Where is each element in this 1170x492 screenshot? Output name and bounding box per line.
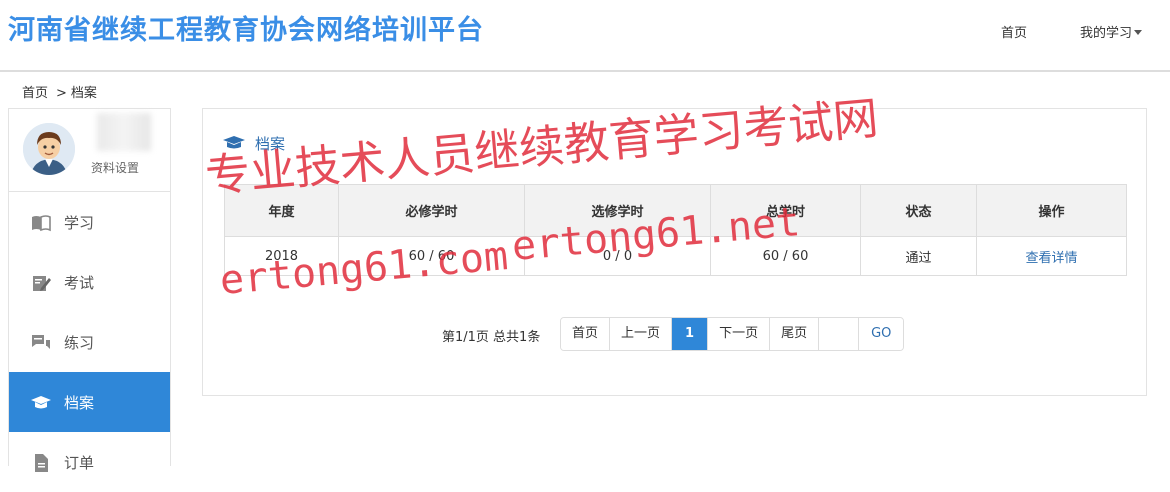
breadcrumb: 首页 > 档案 bbox=[22, 82, 97, 101]
pager-page-input[interactable] bbox=[819, 318, 860, 350]
sidebar: 资料设置 学习 考试 练习 档案 订单 bbox=[8, 108, 171, 472]
pagination: 首页 上一页 1 下一页 尾页 GO bbox=[560, 317, 905, 351]
sidebar-item-orders[interactable]: 订单 bbox=[9, 432, 170, 492]
sidebar-item-label: 学习 bbox=[64, 214, 95, 232]
chat-icon bbox=[31, 333, 51, 353]
site-title[interactable]: 河南省继续工程教育协会网络培训平台 bbox=[8, 8, 484, 47]
avatar[interactable] bbox=[23, 123, 75, 175]
sidebar-item-study[interactable]: 学习 bbox=[9, 192, 170, 252]
col-year: 年度 bbox=[224, 184, 339, 237]
cell-action: 查看详情 bbox=[976, 236, 1127, 276]
cell-status: 通过 bbox=[860, 236, 977, 276]
view-details-link[interactable]: 查看详情 bbox=[1025, 251, 1077, 266]
graduation-cap-icon bbox=[31, 393, 51, 413]
sidebar-item-label: 订单 bbox=[64, 454, 95, 472]
breadcrumb-current: 档案 bbox=[70, 86, 97, 101]
nav-home-link[interactable]: 首页 bbox=[1001, 22, 1027, 41]
table-header-row: 年度 必修学时 选修学时 总学时 状态 操作 bbox=[224, 184, 1127, 237]
file-icon bbox=[31, 453, 51, 473]
pager-first-button[interactable]: 首页 bbox=[561, 318, 611, 350]
sidebar-item-practice[interactable]: 练习 bbox=[9, 312, 170, 372]
pager-next-button[interactable]: 下一页 bbox=[708, 318, 771, 350]
sidebar-item-archive[interactable]: 档案 bbox=[9, 372, 170, 432]
top-header: 河南省继续工程教育协会网络培训平台 首页 我的学习 bbox=[0, 0, 1170, 72]
archive-panel: 档案 年度 必修学时 选修学时 总学时 状态 操作 2018 60 / 60 0… bbox=[202, 108, 1147, 396]
pager-go-button[interactable]: GO bbox=[859, 318, 904, 350]
profile-card: 资料设置 bbox=[9, 109, 170, 192]
breadcrumb-home[interactable]: 首页 bbox=[22, 86, 48, 101]
nav-my-study-label: 我的学习 bbox=[1080, 26, 1133, 41]
cell-total-hours: 60 / 60 bbox=[710, 236, 861, 276]
breadcrumb-separator: > bbox=[56, 86, 67, 101]
pager-prev-button[interactable]: 上一页 bbox=[610, 318, 673, 350]
col-elective-hours: 选修学时 bbox=[524, 184, 711, 237]
col-action: 操作 bbox=[976, 184, 1127, 237]
graduation-cap-icon bbox=[223, 135, 245, 151]
pager-last-button[interactable]: 尾页 bbox=[770, 318, 820, 350]
col-total-hours: 总学时 bbox=[710, 184, 861, 237]
book-icon bbox=[31, 213, 51, 233]
col-required-hours: 必修学时 bbox=[338, 184, 525, 237]
pager-page-1[interactable]: 1 bbox=[672, 318, 709, 350]
cell-year: 2018 bbox=[224, 236, 339, 276]
sidebar-item-label: 档案 bbox=[64, 394, 95, 412]
sidebar-item-exam[interactable]: 考试 bbox=[9, 252, 170, 312]
archive-table: 年度 必修学时 选修学时 总学时 状态 操作 2018 60 / 60 0 / … bbox=[224, 184, 1127, 276]
table-row: 2018 60 / 60 0 / 0 60 / 60 通过 查看详情 bbox=[224, 236, 1127, 276]
nav-my-study-dropdown[interactable]: 我的学习 bbox=[1080, 22, 1143, 41]
username-blurred bbox=[97, 113, 151, 151]
sidebar-item-label: 考试 bbox=[64, 274, 95, 292]
sidebar-item-label: 练习 bbox=[64, 334, 95, 352]
col-status: 状态 bbox=[860, 184, 977, 237]
profile-settings-link[interactable]: 资料设置 bbox=[91, 159, 139, 176]
panel-title-text: 档案 bbox=[255, 135, 286, 153]
cell-elective-hours: 0 / 0 bbox=[524, 236, 711, 276]
edit-icon bbox=[31, 273, 51, 293]
pager-info: 第1/1页 总共1条 bbox=[442, 330, 541, 345]
caret-down-icon bbox=[1134, 30, 1143, 35]
panel-title: 档案 bbox=[223, 133, 285, 154]
cell-required-hours: 60 / 60 bbox=[338, 236, 525, 276]
